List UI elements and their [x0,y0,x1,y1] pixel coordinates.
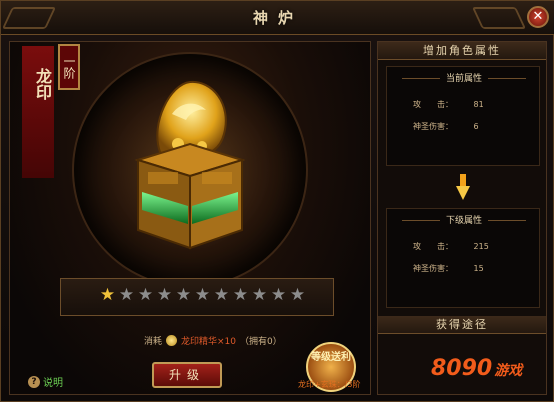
cost-owned: （拥有0） [240,337,282,347]
sacred-furnace-window: 神炉 ✕ 龙印 一阶 ★ ★ ★ ★ ★ ★ ★ ★ ★ ★ ★ 消耗 龙印精华… [0,0,554,402]
item-name-banner: 龙印 [22,46,54,178]
star-empty-icon: ★ [213,285,230,305]
next-stats-title: 下级属性 [387,213,541,226]
star-rating: ★ ★ ★ ★ ★ ★ ★ ★ ★ ★ ★ [99,287,306,304]
star-rating-box: ★ ★ ★ ★ ★ ★ ★ ★ ★ ★ ★ [60,278,334,316]
question-icon: ? [28,375,40,388]
current-stats-box: 当前属性 攻 击： 81 神圣伤害： 6 [386,66,540,166]
item-name: 龙印 [33,68,52,100]
attribute-header: 增加角色属性 [378,42,546,60]
stat-name: 攻 击： [413,242,453,251]
item-display-panel: 龙印 一阶 ★ ★ ★ ★ ★ ★ ★ ★ ★ ★ ★ 消耗 龙印精华×10 （… [9,41,371,395]
window-title: 神炉 [252,9,303,27]
star-empty-icon: ★ [194,285,211,305]
stat-name: 神圣伤害： [413,264,453,273]
star-filled-icon: ★ [99,285,116,305]
stat-name: 神圣伤害： [413,122,453,131]
watermark-number: 8090 [431,356,493,381]
stat-name: 攻 击： [413,100,453,109]
next-stat-row: 攻 击： 215 [413,241,489,252]
star-empty-icon: ★ [232,285,249,305]
current-stat-row: 神圣伤害： 6 [413,121,479,132]
star-empty-icon: ★ [156,285,173,305]
medal-text: 等级送利 [311,352,351,363]
rank-badge: 一阶 [58,44,80,90]
next-stat-row: 神圣伤害： 15 [413,263,484,274]
close-button[interactable]: ✕ [527,6,549,28]
star-empty-icon: ★ [137,285,154,305]
star-empty-icon: ★ [270,285,287,305]
arrow-down-icon [456,174,470,200]
cost-item[interactable]: 龙印精华×10 [181,334,236,347]
stat-value: 15 [473,264,484,273]
medal-label: 龙印+玄珠：/3阶 [298,380,361,389]
cost-label: 消耗 [144,337,163,347]
upgrade-cost: 消耗 龙印精华×10 （拥有0） [144,334,282,347]
star-empty-icon: ★ [175,285,192,305]
stat-value: 6 [473,122,479,131]
attribute-panel: 增加角色属性 当前属性 攻 击： 81 神圣伤害： 6 下级属性 攻 击： 21… [377,41,547,395]
help-label: 说明 [43,378,63,389]
coin-icon [166,335,178,346]
next-stats-box: 下级属性 攻 击： 215 神圣伤害： 15 [386,208,540,308]
stat-value: 215 [473,242,489,251]
dragon-seal-image [120,64,260,264]
current-stats-title: 当前属性 [387,71,541,84]
help-link[interactable]: ? 说明 [28,374,63,389]
star-empty-icon: ★ [289,285,306,305]
stat-value: 81 [473,100,484,109]
watermark-text: 游戏 [494,363,523,379]
title-bar[interactable]: 神炉 ✕ [1,1,554,35]
star-empty-icon: ★ [118,285,135,305]
acquire-header: 获得途径 [378,316,546,334]
star-empty-icon: ★ [251,285,268,305]
upgrade-button[interactable]: 升级 [152,362,222,388]
current-stat-row: 攻 击： 81 [413,99,484,110]
site-watermark: 8090 游戏 [431,356,522,381]
